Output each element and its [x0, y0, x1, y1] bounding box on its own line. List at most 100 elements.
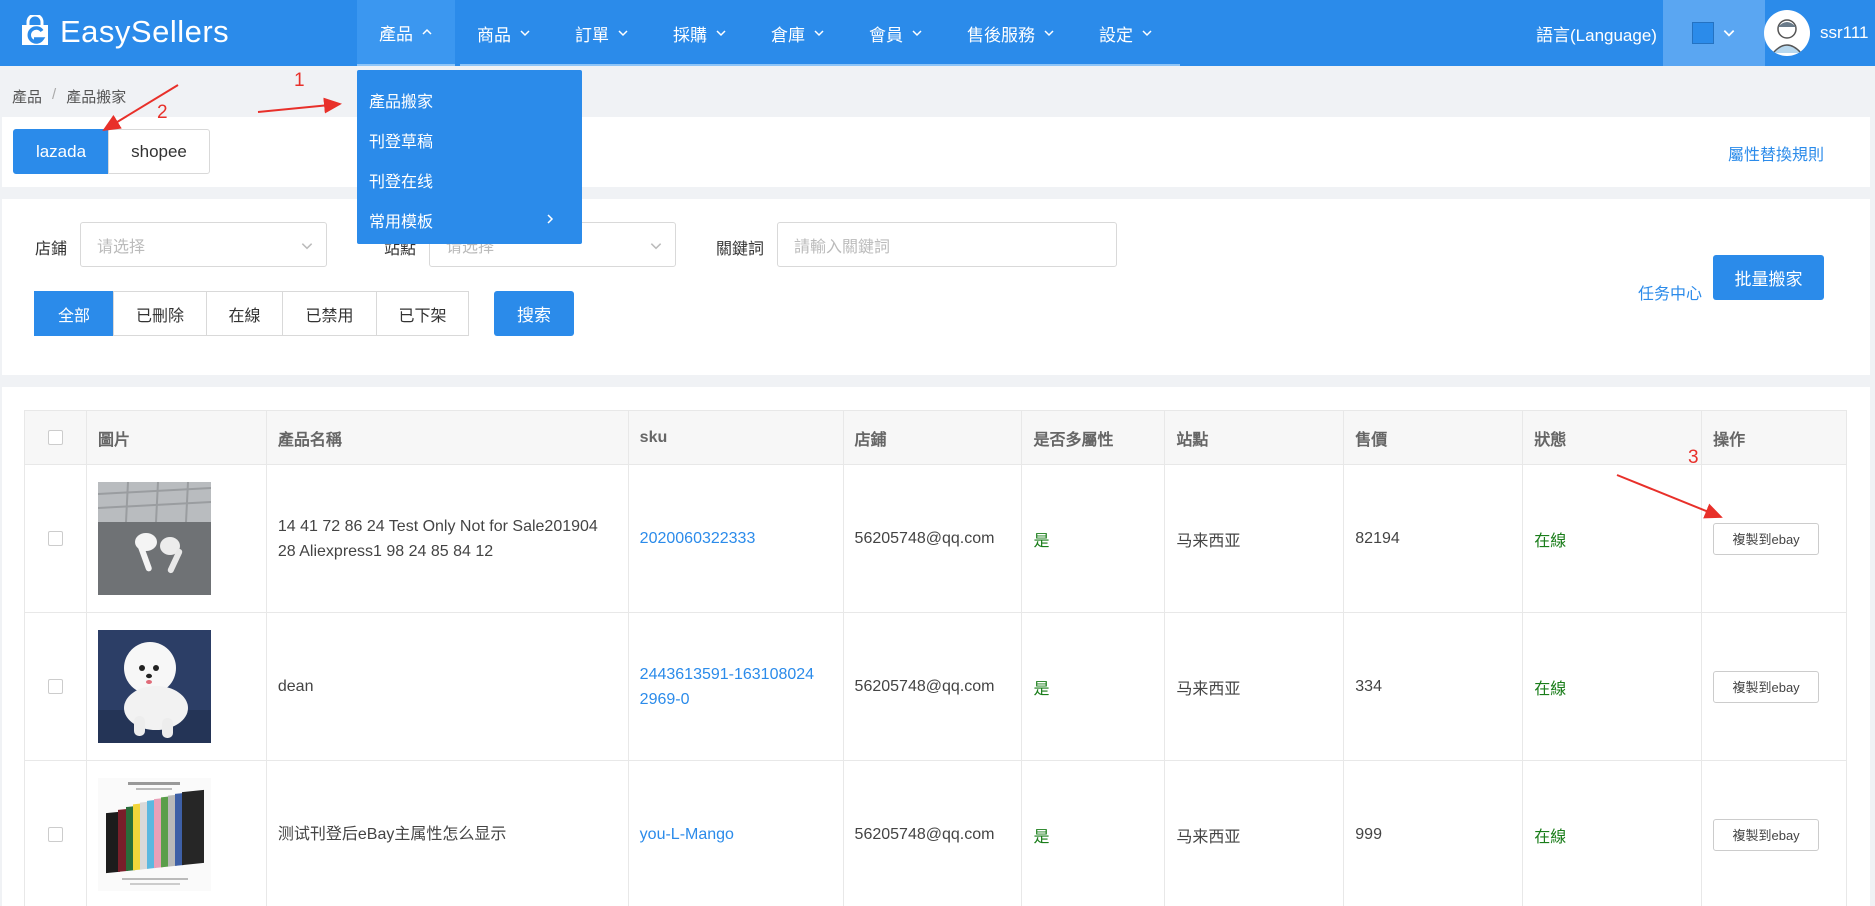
nav-item-warehouse[interactable]: 倉庫 — [749, 0, 847, 66]
chevron-down-icon — [1044, 30, 1054, 37]
product-table-panel: 圖片 產品名稱 sku 店鋪 是否多屬性 站點 售價 狀態 操作 14 41 7… — [2, 387, 1870, 906]
menu-item-templates-label: 常用模板 — [369, 214, 434, 231]
white-dog-image[interactable] — [97, 630, 211, 743]
copy-to-ebay-button[interactable]: 複製到ebay — [1713, 522, 1820, 555]
earbuds-image[interactable] — [97, 482, 211, 595]
nav-item-products[interactable]: 產品 — [357, 0, 455, 66]
row-select-cell — [25, 465, 87, 612]
image-cell — [87, 465, 267, 612]
language-switch[interactable]: 語言(Language) — [1536, 0, 1657, 66]
sku-link[interactable]: 2443613591-163108024 2969-0 — [640, 662, 814, 712]
task-center-link[interactable]: 任务中心 — [1638, 269, 1702, 314]
nav-underline — [460, 64, 1180, 66]
sku-cell: you-L-Mango — [629, 761, 844, 906]
menu-item-product-move[interactable]: 產品搬家 — [357, 80, 582, 120]
chevron-right-icon — [547, 214, 554, 224]
menu-item-templates[interactable]: 常用模板 — [357, 200, 582, 240]
column-header-sku: sku — [629, 411, 844, 464]
keyword-label: 關鍵詞 — [716, 241, 765, 258]
platform-panel: lazada shopee 屬性替換規則 — [2, 117, 1870, 187]
status-tab-deleted[interactable]: 已刪除 — [113, 291, 207, 336]
breadcrumb-item-current: 產品搬家 — [66, 89, 127, 106]
chevron-down-icon — [1142, 30, 1152, 37]
status-cell: 在線 — [1523, 465, 1703, 612]
status-tab-disabled[interactable]: 已禁用 — [282, 291, 377, 336]
nav-label: 售後服務 — [967, 25, 1035, 45]
multi-attr-cell: 是 — [1022, 465, 1166, 612]
nav-item-members[interactable]: 會員 — [847, 0, 945, 66]
copy-to-ebay-button[interactable]: 複製到ebay — [1713, 818, 1820, 851]
chevron-down-icon — [716, 30, 726, 37]
status-tab-delisted[interactable]: 已下架 — [376, 291, 469, 336]
row-checkbox[interactable] — [47, 827, 63, 842]
status-tab-all[interactable]: 全部 — [34, 291, 114, 336]
sku-link[interactable]: you-L-Mango — [640, 822, 734, 847]
header-select-cell — [25, 411, 87, 464]
nav-item-purchasing[interactable]: 採購 — [651, 0, 749, 66]
chevron-down-icon — [650, 243, 662, 250]
menu-item-listing-online[interactable]: 刊登在线 — [357, 160, 582, 200]
platform-tab-shopee[interactable]: shopee — [108, 129, 210, 174]
site-cell: 马来西亚 — [1165, 613, 1345, 760]
breadcrumb-separator: / — [52, 86, 57, 103]
multi-attr-cell: 是 — [1022, 613, 1166, 760]
nav-item-goods[interactable]: 商品 — [455, 0, 553, 66]
store-label: 店鋪 — [35, 241, 68, 258]
product-name-line: 测试刊登后eBay主属性怎么显示 — [277, 826, 507, 843]
product-name: dean — [278, 674, 326, 699]
menu-item-listing-draft[interactable]: 刊登草稿 — [357, 120, 582, 160]
select-all-checkbox[interactable] — [47, 430, 63, 445]
nav-label: 會員 — [869, 25, 903, 45]
nav-label: 設定 — [1099, 25, 1133, 45]
user-menu[interactable]: ssr111 — [1764, 0, 1869, 66]
site-cell: 马来西亚 — [1165, 465, 1345, 612]
status-tab-online[interactable]: 在線 — [206, 291, 283, 336]
table-row: dean 2443613591-163108024 2969-0 5620574… — [25, 613, 1848, 761]
chevron-down-icon — [520, 30, 530, 37]
theme-color-picker[interactable] — [1663, 0, 1765, 66]
column-header-name: 產品名稱 — [267, 411, 629, 464]
batch-move-button[interactable]: 批量搬家 — [1713, 255, 1824, 300]
price-cell: 334 — [1344, 613, 1524, 760]
price-cell: 82194 — [1344, 465, 1524, 612]
store-select[interactable]: 请选择 — [80, 222, 327, 267]
platform-tab-lazada[interactable]: lazada — [13, 129, 109, 174]
nav-item-orders[interactable]: 訂單 — [553, 0, 651, 66]
product-name: 14 41 72 86 24 Test Only Not for Sale201… — [278, 514, 610, 564]
nav-item-after-sales[interactable]: 售後服務 — [945, 0, 1077, 66]
brand-logo[interactable]: EasySellers — [18, 12, 229, 52]
store-cell: 56205748@qq.com — [844, 613, 1023, 760]
column-header-site: 站點 — [1165, 411, 1345, 464]
keyword-input[interactable]: 請輸入關鍵詞 — [777, 222, 1117, 267]
image-cell — [87, 761, 267, 906]
chevron-down-icon — [1723, 30, 1735, 37]
theme-color-swatch — [1692, 22, 1714, 44]
row-checkbox[interactable] — [47, 531, 63, 546]
breadcrumb: 產品 / 產品搬家 — [12, 86, 126, 107]
column-header-action: 操作 — [1702, 411, 1848, 464]
row-checkbox[interactable] — [47, 679, 63, 694]
sku-link[interactable]: 2020060322333 — [640, 526, 756, 551]
filter-panel: 店鋪 请选择 站點 请选择 關鍵詞 請輸入關鍵詞 全部 已刪除 在線 已禁用 已… — [2, 199, 1870, 375]
nav-label: 倉庫 — [771, 25, 805, 45]
action-cell: 複製到ebay — [1702, 613, 1848, 760]
colored-folders-image[interactable] — [97, 778, 211, 891]
name-cell: 14 41 72 86 24 Test Only Not for Sale201… — [267, 465, 629, 612]
product-table: 圖片 產品名稱 sku 店鋪 是否多屬性 站點 售價 狀態 操作 14 41 7… — [24, 410, 1848, 906]
attribute-rule-link[interactable]: 屬性替換規則 — [1728, 141, 1824, 165]
action-cell: 複製到ebay — [1702, 465, 1848, 612]
brand-name: EasySellers — [60, 14, 230, 49]
top-navbar: EasySellers 產品 商品 訂單 採購 倉庫 會員 售後服務 設定 語言… — [0, 0, 1875, 66]
row-select-cell — [25, 761, 87, 906]
sku-line: you-L-Mango — [639, 826, 734, 843]
annotation-label-1: 1 — [294, 70, 305, 91]
search-button[interactable]: 搜索 — [494, 291, 574, 336]
annotation-arrow-1 — [257, 97, 342, 114]
nav-item-settings[interactable]: 設定 — [1077, 0, 1175, 66]
column-header-price: 售價 — [1344, 411, 1524, 464]
products-dropdown-menu: 產品搬家 刊登草稿 刊登在线 常用模板 — [357, 70, 582, 244]
breadcrumb-item-products[interactable]: 產品 — [12, 86, 42, 107]
copy-to-ebay-button[interactable]: 複製到ebay — [1713, 670, 1820, 703]
annotation-label-2: 2 — [157, 102, 168, 123]
multi-attr-cell: 是 — [1022, 761, 1166, 906]
